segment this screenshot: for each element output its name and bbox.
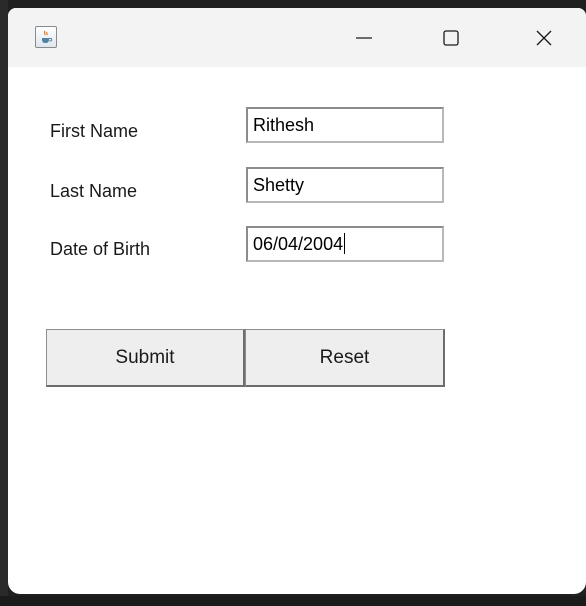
maximize-button[interactable] <box>420 8 482 67</box>
taskbar-edge <box>0 596 586 606</box>
maximize-icon <box>443 29 459 46</box>
text-caret <box>344 233 346 254</box>
background-window-edge <box>0 0 8 606</box>
last-name-value: Shetty <box>253 175 305 195</box>
submit-button[interactable]: Submit <box>46 329 245 387</box>
close-icon <box>536 30 552 45</box>
desktop-background: First Name Rithesh Last Name Shetty Date… <box>0 0 586 606</box>
java-coffee-cup-icon[interactable] <box>35 26 57 48</box>
reset-button[interactable]: Reset <box>245 329 445 387</box>
app-window: First Name Rithesh Last Name Shetty Date… <box>8 8 586 594</box>
dob-field[interactable]: 06/04/2004 <box>246 226 444 262</box>
dob-value: 06/04/2004 <box>253 234 344 254</box>
dob-label: Date of Birth <box>50 239 151 259</box>
first-name-field[interactable]: Rithesh <box>246 107 444 143</box>
last-name-field[interactable]: Shetty <box>246 167 444 203</box>
minimize-icon <box>356 36 372 39</box>
title-bar[interactable] <box>8 8 586 67</box>
first-name-value: Rithesh <box>253 115 315 135</box>
last-name-label: Last Name <box>50 181 138 201</box>
first-name-label: First Name <box>50 121 139 141</box>
close-button[interactable] <box>513 8 575 67</box>
minimize-button[interactable] <box>333 8 395 67</box>
